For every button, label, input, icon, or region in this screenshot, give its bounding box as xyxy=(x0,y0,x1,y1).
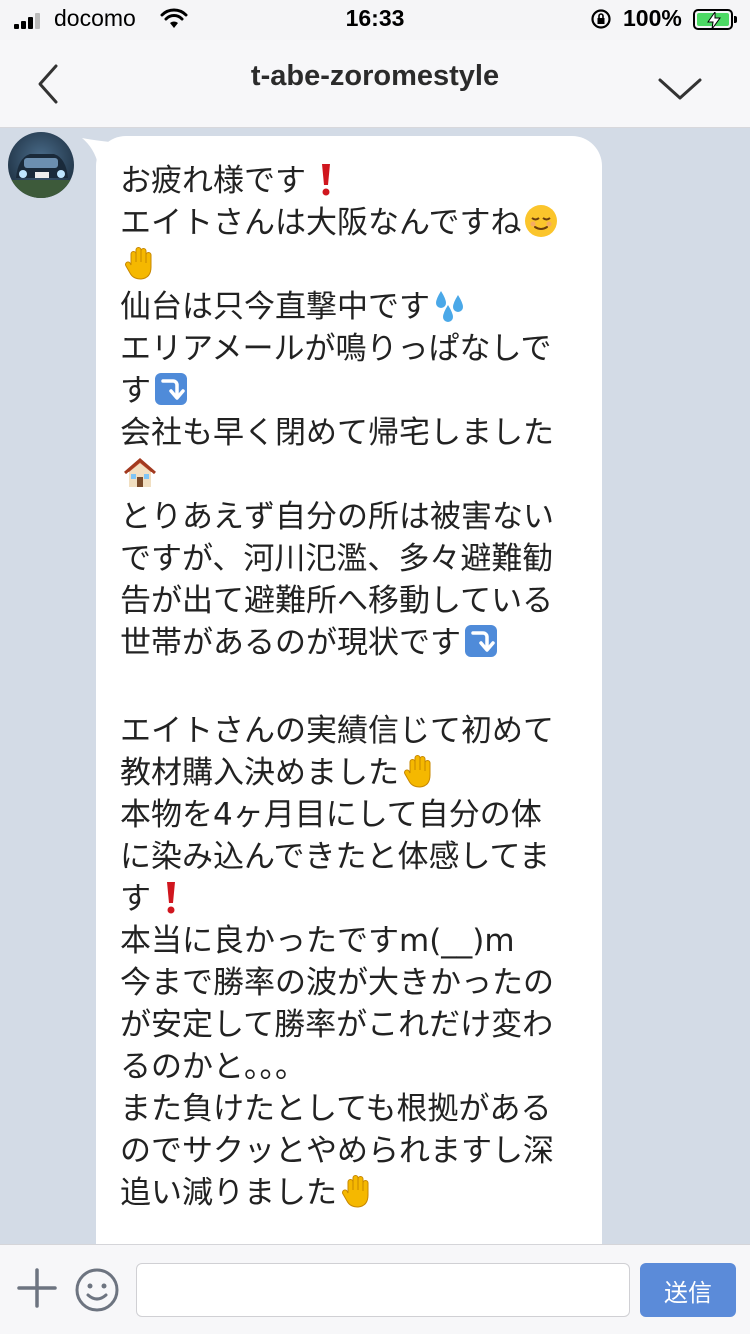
message-text: とりあえず自分の所は被害ない xyxy=(120,499,554,535)
exclamation-icon xyxy=(308,161,344,197)
message-text: す xyxy=(120,881,151,917)
message-text: 追い減りました xyxy=(120,1175,337,1211)
battery-icon xyxy=(693,9,737,30)
message-text: 世帯があるのが現状です xyxy=(120,625,461,661)
message-line: のでサクッとやめられますし深 xyxy=(120,1130,578,1172)
message-line: 仙台は只今直撃中です xyxy=(120,286,578,328)
message-text: 本当に良かったですm(__)m xyxy=(120,923,515,959)
message-line: 本物を4ヶ月目にして自分の体 xyxy=(120,794,578,836)
message-line: エリアメールが鳴りっぱなしで xyxy=(120,328,578,370)
raised-hand-icon xyxy=(122,245,158,281)
message-line: す xyxy=(120,878,578,920)
message-text: ですが、河川氾濫、多々避難勧 xyxy=(120,541,554,577)
message-line: また負けたとしても根拠がある xyxy=(120,1088,578,1130)
chat-header: t-abe-zoromestyle xyxy=(0,40,750,128)
message-line: 本当に良かったですm(__)m xyxy=(120,920,578,962)
message-bubble[interactable]: お疲れ様ですエイトさんは大阪なんですね 仙台は只今直撃中ですエリアメールが鳴りっぱ… xyxy=(96,136,602,1244)
message-text: 仙台は只今直撃中です xyxy=(120,289,430,325)
exclamation-icon xyxy=(153,879,189,915)
message-line: お疲れ様です xyxy=(120,160,578,202)
chat-messages-area[interactable]: お疲れ様ですエイトさんは大阪なんですね 仙台は只今直撃中ですエリアメールが鳴りっぱ… xyxy=(0,128,750,1244)
status-bar: docomo 16:33 100% xyxy=(0,0,750,40)
message-text: に染み込んできたと体感してま xyxy=(120,839,550,875)
chat-title: t-abe-zoromestyle xyxy=(250,60,500,92)
raised-hand-icon xyxy=(339,1173,375,1209)
message-text: お疲れ様です xyxy=(120,163,306,199)
message-line: 世帯があるのが現状です xyxy=(120,622,578,664)
message-line: 会社も早く閉めて帰宅しました xyxy=(120,412,578,454)
sweat-drops-icon xyxy=(432,287,468,323)
house-icon xyxy=(122,455,158,491)
message-line: 教材購入決めました xyxy=(120,752,578,794)
plus-icon[interactable] xyxy=(16,1267,58,1309)
arrow-down-right-icon xyxy=(463,623,499,659)
message-line: に染み込んできたと体感してま xyxy=(120,836,578,878)
message-line: が安定して勝率がこれだけ変わ xyxy=(120,1004,578,1046)
raised-hand-icon xyxy=(401,753,437,789)
message-line: ですが、河川氾濫、多々避難勧 xyxy=(120,538,578,580)
message-line: 追い減りました xyxy=(120,1172,578,1214)
battery-percentage: 100% xyxy=(623,5,682,31)
message-text: 本物を4ヶ月目にして自分の体 xyxy=(120,797,542,833)
message-text: 今まで勝率の波が大きかったの xyxy=(120,965,554,1001)
message-text: 会社も早く閉めて帰宅しました xyxy=(120,415,554,451)
message-text: エイトさんの実績信じて初めて xyxy=(120,713,554,749)
message-line: 告が出て避難所へ移動している xyxy=(120,580,578,622)
rotation-lock-icon xyxy=(591,9,611,29)
message-input-bar: 送信 xyxy=(0,1244,750,1334)
message-text: るのかと。。。 xyxy=(120,1049,306,1085)
message-line xyxy=(120,244,578,286)
message-line: 今まで勝率の波が大きかったの xyxy=(120,962,578,1004)
message-line: るのかと。。。 xyxy=(120,1046,578,1088)
message-line xyxy=(120,454,578,496)
message-text: また負けたとしても根拠がある xyxy=(120,1091,552,1127)
message-text: のでサクッとやめられますし深 xyxy=(120,1133,554,1169)
message-line: とりあえず自分の所は被害ない xyxy=(120,496,578,538)
avatar[interactable] xyxy=(8,132,74,198)
relieved-face-icon xyxy=(523,203,559,239)
message-line: エイトさんは大阪なんですね xyxy=(120,202,578,244)
message-text: す xyxy=(120,373,151,409)
message-text: エイトさんは大阪なんですね xyxy=(120,205,522,241)
emoji-icon[interactable] xyxy=(74,1267,120,1313)
message-text: 告が出て避難所へ移動している xyxy=(120,583,554,619)
message-text: 教材購入決めました xyxy=(120,755,399,791)
message-text: が安定して勝率がこれだけ変わ xyxy=(120,1007,554,1043)
chevron-down-icon[interactable] xyxy=(654,70,706,106)
message-line: エイトさんの実績信じて初めて xyxy=(120,710,578,752)
message-input[interactable] xyxy=(136,1263,630,1317)
arrow-down-right-icon xyxy=(153,371,189,407)
send-button[interactable]: 送信 xyxy=(640,1263,736,1317)
message-line: す xyxy=(120,370,578,412)
message-text: エリアメールが鳴りっぱなしで xyxy=(120,331,552,367)
